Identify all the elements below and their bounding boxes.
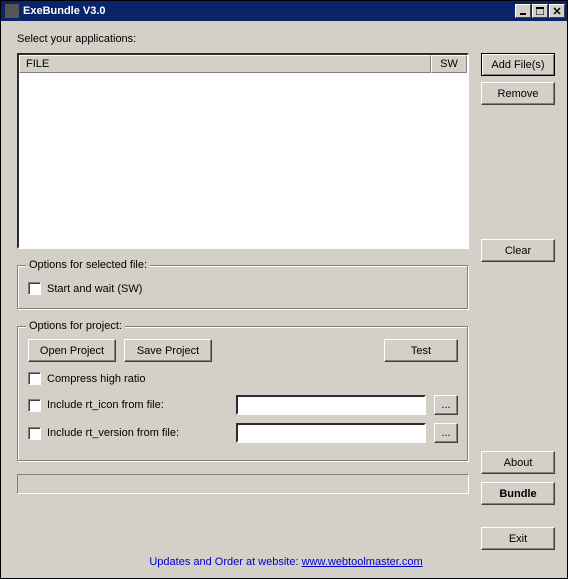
- footer: Updates and Order at website: www.webtoo…: [17, 552, 555, 574]
- start-and-wait-checkbox[interactable]: [28, 282, 41, 295]
- top-area: FILE SW: [17, 53, 469, 249]
- window: ExeBundle V3.0 Select your applications:: [0, 0, 568, 579]
- add-files-button[interactable]: Add File(s): [481, 53, 555, 76]
- compress-checkbox[interactable]: [28, 372, 41, 385]
- include-version-checkbox[interactable]: [28, 427, 41, 440]
- clear-button[interactable]: Clear: [481, 239, 555, 262]
- window-controls: [515, 4, 565, 18]
- minimize-icon: [519, 7, 527, 15]
- icon-path-input[interactable]: [236, 395, 426, 415]
- client-area: Select your applications: FILE SW Opti: [1, 21, 567, 578]
- left-column: FILE SW Options for selected file: Start…: [17, 53, 469, 552]
- column-header-sw[interactable]: SW: [431, 55, 467, 73]
- main-columns: FILE SW Options for selected file: Start…: [17, 53, 555, 552]
- bundle-button[interactable]: Bundle: [481, 482, 555, 505]
- file-listview[interactable]: FILE SW: [17, 53, 469, 249]
- window-title: ExeBundle V3.0: [23, 5, 515, 17]
- browse-icon-button[interactable]: ...: [434, 395, 458, 415]
- save-project-button[interactable]: Save Project: [124, 339, 212, 362]
- maximize-button[interactable]: [532, 4, 548, 18]
- include-version-row: Include rt_version from file: ...: [28, 423, 458, 443]
- status-bar: [17, 474, 469, 494]
- titlebar: ExeBundle V3.0: [1, 1, 567, 21]
- remove-button[interactable]: Remove: [481, 82, 555, 105]
- footer-text: Updates and Order at website:: [149, 556, 301, 568]
- project-buttons-row: Open Project Save Project Test: [28, 339, 458, 362]
- group-selected-legend: Options for selected file:: [26, 259, 150, 271]
- maximize-icon: [536, 7, 544, 15]
- version-path-input[interactable]: [236, 423, 426, 443]
- include-icon-row: Include rt_icon from file: ...: [28, 395, 458, 415]
- include-version-label: Include rt_version from file:: [47, 427, 179, 439]
- group-project-legend: Options for project:: [26, 320, 125, 332]
- include-icon-checkbox[interactable]: [28, 399, 41, 412]
- compress-label: Compress high ratio: [47, 373, 145, 385]
- select-applications-label: Select your applications:: [17, 33, 555, 45]
- minimize-button[interactable]: [515, 4, 531, 18]
- about-button[interactable]: About: [481, 451, 555, 474]
- include-icon-label: Include rt_icon from file:: [47, 399, 164, 411]
- group-project: Options for project: Open Project Save P…: [17, 326, 469, 462]
- column-header-file[interactable]: FILE: [19, 55, 431, 73]
- test-button[interactable]: Test: [384, 339, 458, 362]
- footer-link[interactable]: www.webtoolmaster.com: [302, 556, 423, 568]
- close-icon: [553, 7, 561, 15]
- app-icon: [5, 4, 19, 18]
- open-project-button[interactable]: Open Project: [28, 339, 116, 362]
- file-list-wrap: FILE SW: [17, 53, 469, 249]
- exit-button[interactable]: Exit: [481, 527, 555, 550]
- start-and-wait-row: Start and wait (SW): [28, 282, 458, 295]
- close-button[interactable]: [549, 4, 565, 18]
- start-and-wait-label: Start and wait (SW): [47, 283, 142, 295]
- group-selected-file: Options for selected file: Start and wai…: [17, 265, 469, 310]
- right-column: Add File(s) Remove Clear About Bundle Ex…: [481, 53, 555, 552]
- browse-version-button[interactable]: ...: [434, 423, 458, 443]
- compress-row: Compress high ratio: [28, 372, 458, 385]
- listview-header: FILE SW: [19, 55, 467, 73]
